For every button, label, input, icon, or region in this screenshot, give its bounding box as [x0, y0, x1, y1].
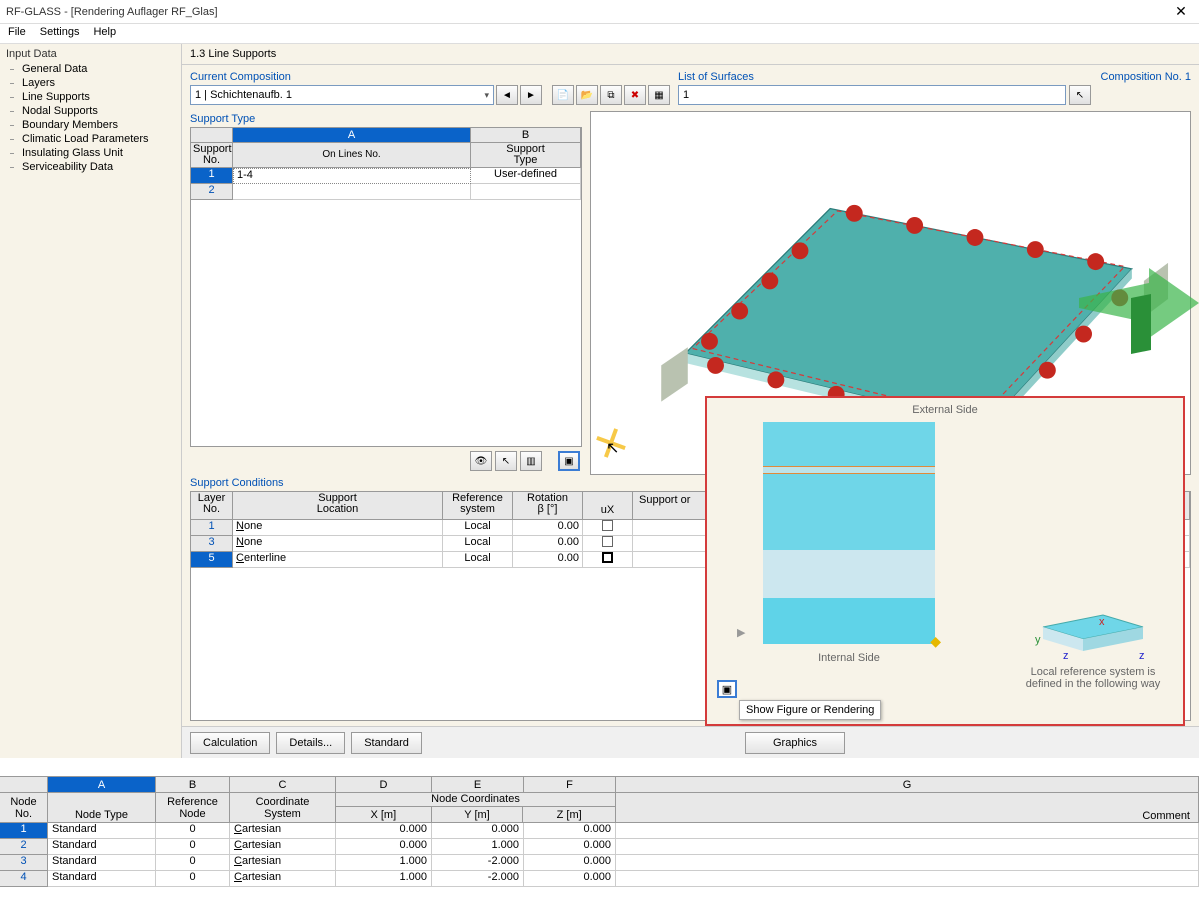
svg-text:x: x	[1099, 616, 1105, 628]
titlebar: RF-GLASS - [Rendering Auflager RF_Glas] …	[0, 0, 1199, 24]
figure-toggle-button[interactable]: ▣	[558, 451, 580, 471]
composition-combo[interactable]: 1 | Schichtenaufb. 1 ▾	[190, 85, 494, 105]
tree-item-igu[interactable]: Insulating Glass Unit	[0, 146, 181, 160]
columns-button[interactable]: ▦	[648, 85, 670, 105]
table-row[interactable]: 4 Standard 0 Cartesian 1.000 -2.000 0.00…	[0, 871, 1199, 887]
tree-item-line-supports[interactable]: Line Supports	[0, 90, 181, 104]
menu-file[interactable]: File	[8, 26, 26, 41]
graphics-button[interactable]: Graphics	[745, 732, 845, 754]
nav-tree: Input Data General Data Layers Line Supp…	[0, 44, 182, 758]
dialog-buttons: Calculation Details... Standard Graphics	[182, 726, 1199, 758]
tree-item-boundary[interactable]: Boundary Members	[0, 118, 181, 132]
tree-root[interactable]: Input Data	[0, 46, 181, 62]
standard-button[interactable]: Standard	[351, 732, 422, 754]
tree-item-general[interactable]: General Data	[0, 62, 181, 76]
pick-surface-button[interactable]: ↖	[1069, 85, 1091, 105]
close-icon[interactable]: ✕	[1169, 3, 1193, 20]
external-side-label: External Side	[707, 398, 1183, 422]
composition-panel: Current Composition 1 | Schichtenaufb. 1…	[190, 69, 670, 105]
details-button[interactable]: Details...	[276, 732, 345, 754]
col-a[interactable]: A	[233, 128, 471, 142]
chevron-down-icon: ▾	[484, 90, 489, 101]
legend-text: y x z z Local reference system is define…	[1009, 597, 1177, 690]
menu-help[interactable]: Help	[93, 26, 116, 41]
select-icon[interactable]: ▥	[520, 451, 542, 471]
svg-text:z: z	[1063, 650, 1069, 662]
composition-value: 1 | Schichtenaufb. 1	[195, 89, 292, 101]
table-row[interactable]: 3 Standard 0 Cartesian 1.000 -2.000 0.00…	[0, 855, 1199, 871]
node-table[interactable]: A B C D E F G NodeNo. Node Type Referenc…	[0, 776, 1199, 900]
tooltip: Show Figure or Rendering	[739, 700, 881, 720]
menubar: File Settings Help	[0, 24, 1199, 44]
window-title: RF-GLASS - [Rendering Auflager RF_Glas]	[6, 6, 1169, 18]
table-row[interactable]: 2	[191, 184, 581, 200]
tree-item-layers[interactable]: Layers	[0, 76, 181, 90]
support-type-grid[interactable]: A B SupportNo. On Lines No. SupportType …	[190, 127, 582, 447]
svg-text:z: z	[1139, 650, 1145, 662]
page-title: 1.3 Line Supports	[182, 44, 1199, 65]
table-row[interactable]: 1 1-4 User-defined	[191, 168, 581, 184]
tree-item-service[interactable]: Serviceability Data	[0, 160, 181, 174]
decorative-3d-arrow	[1079, 258, 1199, 358]
svg-text:y: y	[1035, 634, 1041, 646]
checkbox[interactable]	[602, 520, 613, 531]
prev-button[interactable]: ◄	[496, 85, 518, 105]
menu-settings[interactable]: Settings	[40, 26, 80, 41]
internal-side-label: Internal Side	[763, 646, 935, 670]
show-figure-button[interactable]: ▣	[717, 680, 737, 698]
tree-item-nodal-supports[interactable]: Nodal Supports	[0, 104, 181, 118]
checkbox[interactable]	[602, 552, 613, 563]
surfaces-input[interactable]	[678, 85, 1066, 105]
delete-button[interactable]: ✖	[624, 85, 646, 105]
calculation-button[interactable]: Calculation	[190, 732, 270, 754]
checkbox[interactable]	[602, 536, 613, 547]
copy-button[interactable]: ⧉	[600, 85, 622, 105]
figure-overlay: External Side ◆ ▶ Internal Side y x z z …	[705, 396, 1185, 726]
support-type-panel: Support Type A B SupportNo. On Lines No.…	[190, 111, 582, 475]
pick-icon[interactable]: ↖	[495, 451, 517, 471]
tree-item-climatic[interactable]: Climatic Load Parameters	[0, 132, 181, 146]
table-row[interactable]: 2 Standard 0 Cartesian 0.000 1.000 0.000	[0, 839, 1199, 855]
surfaces-panel: List of Surfaces Composition No. 1 ↖	[678, 69, 1191, 105]
col-b[interactable]: B	[471, 128, 581, 142]
open-button[interactable]: 📂	[576, 85, 598, 105]
new-button[interactable]: 📄	[552, 85, 574, 105]
eye-icon[interactable]: 👁	[470, 451, 492, 471]
table-row[interactable]: 1 Standard 0 Cartesian 0.000 0.000 0.000	[0, 823, 1199, 839]
support-type-label: Support Type	[190, 111, 582, 127]
composition-label: Current Composition	[190, 69, 670, 85]
next-button[interactable]: ►	[520, 85, 542, 105]
layer-stack: ◆	[763, 422, 935, 644]
composition-no: Composition No. 1	[1101, 71, 1192, 83]
